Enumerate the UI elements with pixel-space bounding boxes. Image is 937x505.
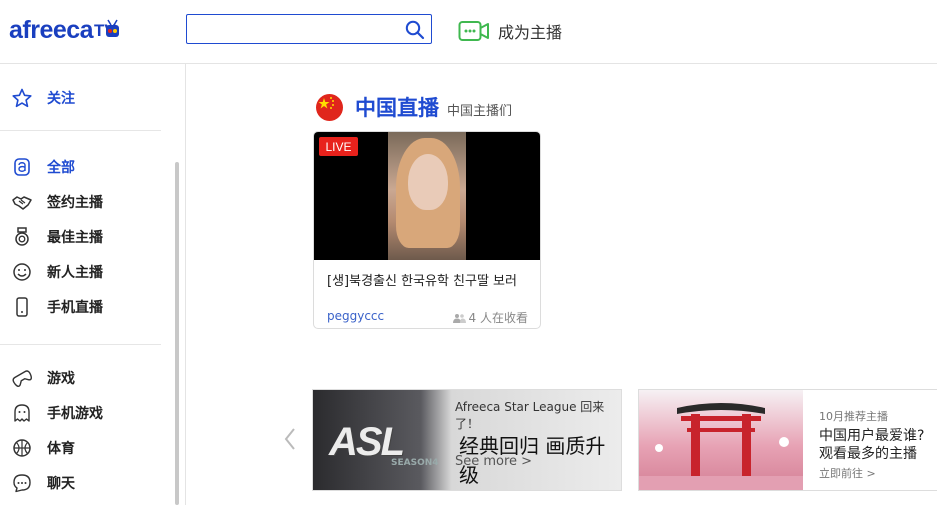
stream-thumbnail[interactable]: LIVE [314, 132, 540, 260]
stream-video-frame [388, 132, 466, 260]
logo-text: afreeca [9, 15, 94, 44]
sidebar-item-mobile-games[interactable]: 手机游戏 [0, 399, 160, 427]
section-title: 中国直播 [355, 96, 439, 120]
sidebar-item-contracted[interactable]: 签约主播 [0, 188, 160, 216]
recommended-month-label: 10月推荐主播 [819, 410, 888, 423]
sidebar-divider [0, 344, 161, 345]
sidebar-item-label: 游戏 [47, 371, 75, 387]
star-icon [12, 88, 32, 108]
recommended-streamer-banner[interactable]: 10月推荐主播 中国用户最爱谁? 观看最多的主播 立即前往 > [638, 389, 937, 491]
become-streamer-button[interactable]: 成为主播 [458, 18, 562, 44]
sidebar-scrollbar[interactable] [175, 162, 179, 505]
asl-see-more-link[interactable]: See more > [455, 454, 532, 469]
sidebar-item-label: 最佳主播 [47, 230, 103, 246]
video-camera-icon [458, 21, 489, 41]
sidebar-item-label: 聊天 [47, 476, 75, 492]
section-header: 中国直播 中国主播们 [316, 92, 512, 122]
streamer-name[interactable]: peggyccc [327, 309, 384, 323]
search-input[interactable] [187, 15, 397, 43]
handshake-icon [12, 196, 32, 210]
sidebar-item-all[interactable]: 全部 [0, 153, 160, 181]
sidebar-item-chat[interactable]: 聊天 [0, 469, 160, 497]
top-header: afreeca TV 成为主播 [0, 0, 937, 64]
china-flag-icon [316, 93, 343, 121]
gamepad-icon [12, 370, 32, 387]
search-icon[interactable] [405, 20, 425, 40]
recommended-title-line2: 观看最多的主播 [819, 446, 917, 462]
mobile-icon [16, 297, 28, 317]
asl-banner[interactable]: ASL SEASON4 Afreeca Star League 回来了！ 经典回… [312, 389, 622, 491]
asl-banner-headline: Afreeca Star League 回来了！ [455, 400, 605, 431]
all-icon [14, 158, 30, 176]
smile-icon [13, 263, 31, 281]
sidebar-item-mobile-live[interactable]: 手机直播 [0, 293, 160, 321]
afreecatv-logo[interactable]: afreeca TV [9, 15, 120, 45]
become-streamer-label: 成为主播 [498, 23, 563, 42]
sidebar-divider [0, 130, 161, 131]
sidebar-item-label: 手机游戏 [47, 406, 103, 422]
torii-gate-illustration [639, 390, 803, 490]
chevron-left-icon[interactable] [283, 427, 297, 451]
medal-icon [15, 227, 29, 246]
sidebar-item-label: 关注 [47, 91, 75, 107]
sidebar-item-sports[interactable]: 体育 [0, 434, 160, 462]
sidebar: 关注 全部 签约主播 最佳主播 新人主播 手机直播 游戏 手机游戏 体育 聊天 [0, 64, 186, 505]
sidebar-item-label: 全部 [47, 160, 75, 176]
sidebar-item-games[interactable]: 游戏 [0, 364, 160, 392]
sidebar-item-follow[interactable]: 关注 [0, 84, 160, 112]
sidebar-item-best[interactable]: 最佳主播 [0, 223, 160, 251]
search-box [186, 14, 432, 44]
sidebar-item-label: 新人主播 [47, 265, 103, 281]
stream-title[interactable]: [생]북경출신 한국유학 친구딸 보러 [327, 270, 537, 289]
ghost-icon [14, 404, 30, 422]
section-subtitle: 中国主播们 [447, 103, 513, 119]
chat-icon [13, 474, 31, 493]
recommended-title-line1: 中国用户最爱谁? [819, 428, 925, 444]
viewer-count-text: 4 人在收看 [468, 311, 528, 325]
viewers-icon [452, 313, 466, 323]
stream-card[interactable]: LIVE [생]북경출신 한국유학 친구딸 보러 peggyccc 4 人在收看 [313, 131, 541, 329]
ball-icon [13, 439, 31, 457]
sidebar-item-newcomer[interactable]: 新人主播 [0, 258, 160, 286]
logo-tv-icon: TV [94, 19, 120, 40]
go-now-link[interactable]: 立即前往 > [819, 465, 876, 481]
sidebar-item-label: 签约主播 [47, 195, 103, 211]
asl-season-label: SEASON4 [391, 458, 439, 468]
viewer-count: 4 人在收看 [452, 309, 528, 326]
live-badge: LIVE [319, 137, 358, 156]
sidebar-item-label: 手机直播 [47, 300, 103, 316]
sidebar-item-label: 体育 [47, 441, 75, 457]
